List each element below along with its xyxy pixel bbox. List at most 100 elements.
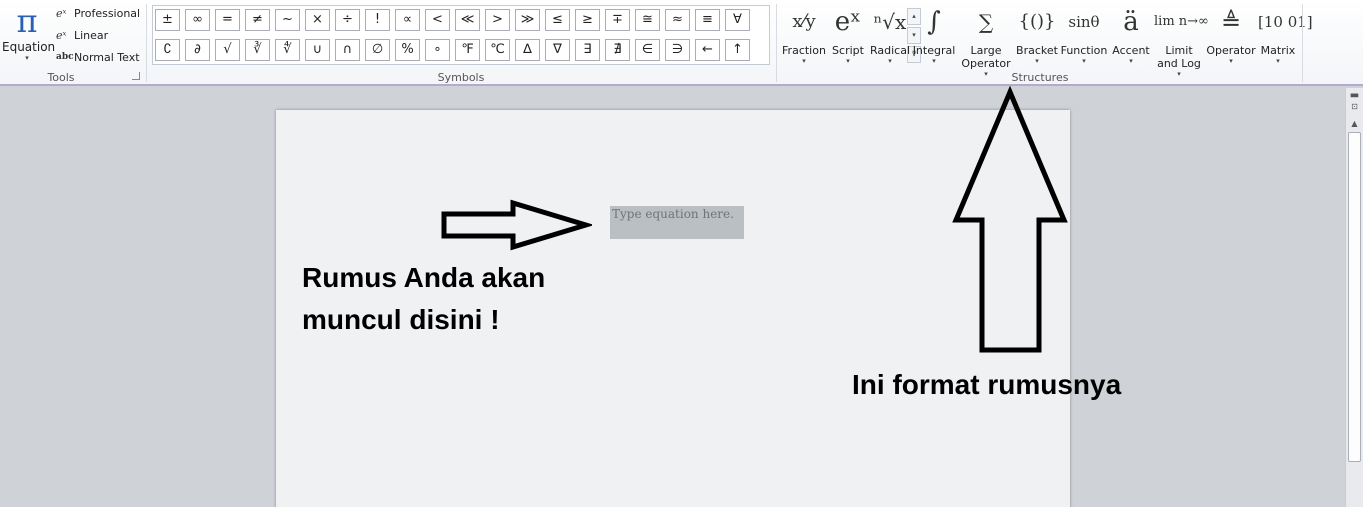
tools-group-label: Tools (47, 71, 75, 84)
linear-icon: eˣ (56, 28, 67, 42)
symbol-button[interactable]: ∈ (635, 39, 660, 61)
up-arrow-annotation (952, 86, 1068, 353)
symbol-button[interactable]: ∀ (725, 9, 750, 31)
annotation-left: Rumus Anda akan muncul disini ! (302, 262, 546, 335)
symbol-button[interactable]: ≥ (575, 9, 600, 31)
bracket-icon: {()} (1018, 11, 1056, 32)
scrollbar-thumb[interactable] (1348, 132, 1361, 462)
fraction-button[interactable]: x⁄y Fraction ▾ (782, 2, 826, 68)
symbols-gallery: ▴ ▾ ⊽ ± ∞ = ≠ ~ × ÷! ∝ < ≪ > ≫ ≤ ≥ ∓ ≅ ≈ ≡ ∀ ∁ ∂ √ ∛ ∜ ∪ ∩ ∅% ∘ ℉ ℃ ∆ ∇… (152, 5, 921, 65)
script-button[interactable]: eˣ Script ▾ (828, 2, 868, 68)
scroll-up-icon[interactable]: ▲ (1348, 118, 1361, 129)
integral-label: Integral (912, 44, 956, 57)
accent-button[interactable]: ä Accent ▾ (1110, 2, 1152, 68)
symbol-button[interactable]: ∋ (665, 39, 690, 61)
chevron-down-icon: ▾ (25, 54, 29, 62)
group-divider (146, 4, 147, 82)
symbol-button[interactable]: ∩ (335, 39, 360, 61)
equation-label: Equation (2, 40, 56, 54)
symbol-button[interactable]: ∆ (515, 39, 540, 61)
symbol-button[interactable]: < (425, 9, 450, 31)
symbol-button[interactable]: × (305, 9, 330, 31)
operator-button[interactable]: ≜ Operator ▾ (1206, 2, 1256, 68)
symbol-button[interactable]: ∄ (605, 39, 630, 61)
linear-button[interactable]: eˣ Linear (56, 25, 108, 45)
symbol-button[interactable]: ≈ (665, 9, 690, 31)
script-icon: eˣ (834, 7, 862, 37)
radical-icon: ⁿ√x (873, 10, 907, 34)
bracket-label: Bracket (1016, 44, 1058, 57)
operator-label: Operator (1206, 44, 1256, 57)
symbol-button[interactable]: ∜ (275, 39, 300, 61)
large-operator-button[interactable]: ∑ Large Operator ▾ (958, 2, 1014, 78)
symbol-button[interactable]: ℃ (485, 39, 510, 61)
chevron-down-icon: ▾ (802, 57, 806, 65)
matrix-button[interactable]: [10 01] Matrix ▾ (1258, 2, 1313, 68)
symbol-button[interactable]: ↑ (725, 39, 750, 61)
bracket-button[interactable]: {()} Bracket ▾ (1016, 2, 1058, 68)
dialog-launcher-icon[interactable] (132, 72, 140, 80)
script-label: Script (832, 44, 864, 57)
integral-icon: ∫ (927, 7, 941, 37)
symbol-button[interactable]: ∘ (425, 39, 450, 61)
radical-label: Radical (870, 44, 911, 57)
symbol-button[interactable]: ∝ (395, 9, 420, 31)
professional-label: Professional (74, 6, 141, 20)
symbol-button[interactable]: = (215, 9, 240, 31)
equation-button[interactable]: π Equation ▾ (2, 2, 56, 68)
normal-text-icon: abc (56, 52, 74, 62)
matrix-icon: [10 01] (1258, 13, 1313, 31)
professional-icon: eˣ (56, 6, 67, 20)
symbol-button[interactable]: ∃ (575, 39, 600, 61)
chevron-down-icon: ▾ (932, 57, 936, 65)
ruler-toggle-icon[interactable]: ⊡ (1348, 101, 1361, 112)
vertical-scrollbar[interactable]: ▬ ⊡ ▲ (1345, 88, 1363, 507)
symbol-button[interactable]: ∓ (605, 9, 630, 31)
symbol-button[interactable]: ≅ (635, 9, 660, 31)
large-operator-label: Large Operator (961, 44, 1011, 70)
chevron-down-icon: ▾ (1035, 57, 1039, 65)
symbol-button[interactable]: ! (365, 9, 390, 31)
symbol-button[interactable]: ≫ (515, 9, 540, 31)
symbol-button[interactable]: ← (695, 39, 720, 61)
symbol-button[interactable]: ≠ (245, 9, 270, 31)
symbol-button[interactable]: √ (215, 39, 240, 61)
symbol-button[interactable]: ~ (275, 9, 300, 31)
function-button[interactable]: sinθ Function ▾ (1060, 2, 1108, 68)
symbol-button[interactable]: > (485, 9, 510, 31)
professional-button[interactable]: eˣ Professional (56, 3, 140, 23)
split-handle-icon[interactable]: ▬ (1348, 90, 1361, 101)
symbol-button[interactable]: ∂ (185, 39, 210, 61)
operator-icon: ≜ (1220, 8, 1242, 36)
symbol-button[interactable]: % (395, 39, 420, 61)
integral-button[interactable]: ∫ Integral ▾ (912, 2, 956, 68)
symbol-button[interactable]: ≪ (455, 9, 480, 31)
symbol-button[interactable]: ∇ (545, 39, 570, 61)
normal-text-button[interactable]: abc Normal Text (56, 47, 140, 67)
radical-button[interactable]: ⁿ√x Radical ▾ (870, 2, 910, 68)
symbol-button[interactable]: ± (155, 9, 180, 31)
equation-placeholder[interactable]: Type equation here. (610, 206, 744, 239)
linear-label: Linear (74, 28, 109, 42)
normal-text-label: Normal Text (74, 50, 140, 64)
symbol-button[interactable]: ∛ (245, 39, 270, 61)
limit-and-log-icon: lim n→∞ (1154, 14, 1209, 29)
group-divider (776, 4, 777, 82)
symbol-button[interactable]: ∅ (365, 39, 390, 61)
structures-group-label: Structures (1011, 71, 1069, 84)
right-arrow-annotation (441, 199, 592, 251)
limit-and-log-button[interactable]: lim n→∞ Limit and Log ▾ (1154, 2, 1209, 78)
limit-and-log-label: Limit and Log (1157, 44, 1201, 70)
symbol-button[interactable]: ∞ (185, 9, 210, 31)
symbol-button[interactable]: ÷ (335, 9, 360, 31)
equation-ribbon: π Equation ▾ eˣ Professional eˣ Linear a… (0, 0, 1363, 86)
symbol-button[interactable]: ∪ (305, 39, 330, 61)
symbol-button[interactable]: ≤ (545, 9, 570, 31)
function-label: Function (1060, 44, 1108, 57)
chevron-down-icon: ▾ (1129, 57, 1133, 65)
pi-icon: π (16, 2, 38, 40)
chevron-down-icon: ▾ (888, 57, 892, 65)
symbol-button[interactable]: ∁ (155, 39, 180, 61)
symbol-button[interactable]: ≡ (695, 9, 720, 31)
symbol-button[interactable]: ℉ (455, 39, 480, 61)
